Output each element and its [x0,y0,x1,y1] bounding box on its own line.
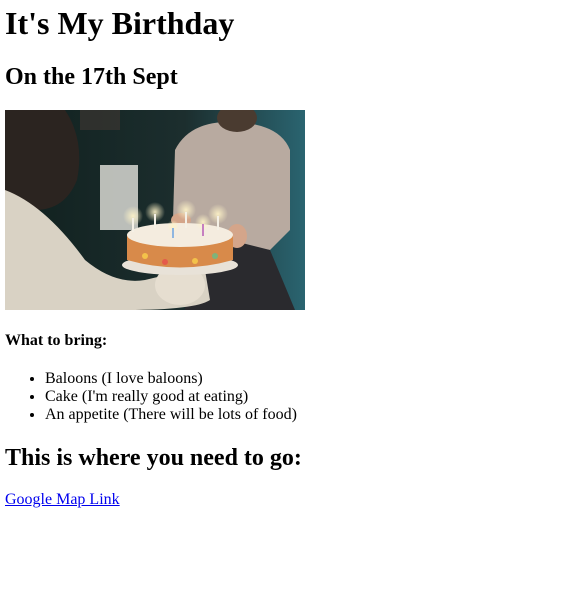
page-title: It's My Birthday [5,5,235,41]
list-item: Cake (I'm really good at eating) [45,388,297,406]
google-map-link[interactable]: Google Map Link [5,490,120,509]
directions-heading: This is where you need to go: [5,445,302,471]
date-subtitle: On the 17th Sept [5,64,178,90]
list-item: Baloons (I love baloons) [45,370,297,388]
bring-heading: What to bring: [5,332,108,349]
bring-list: Baloons (I love baloons) Cake (I'm reall… [5,370,297,424]
list-item: An appetite (There will be lots of food) [45,406,297,424]
birthday-cake-photo [5,110,305,310]
